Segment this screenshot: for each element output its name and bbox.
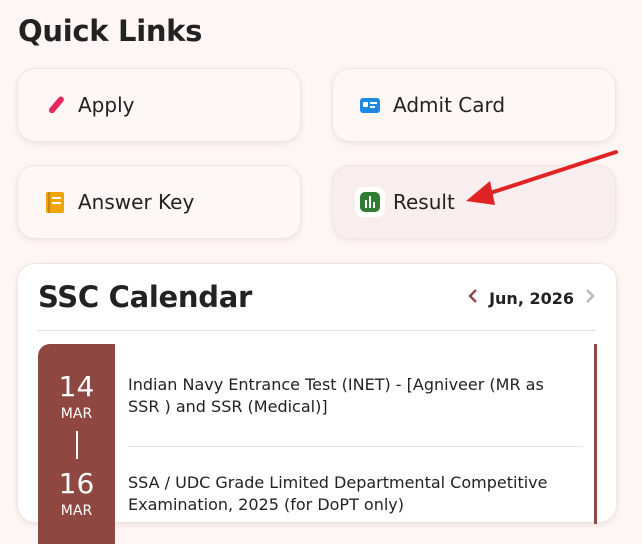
event-separator bbox=[128, 446, 582, 447]
month-label: Jun, 2026 bbox=[489, 288, 574, 308]
calendar-title: SSC Calendar bbox=[38, 280, 252, 314]
event-item[interactable]: SSA / UDC Grade Limited Departmental Com… bbox=[128, 472, 568, 516]
scrollbar[interactable] bbox=[594, 344, 597, 524]
end-month: MAR bbox=[60, 503, 93, 519]
event-date-badge: 14 MAR 16 MAR bbox=[38, 344, 115, 544]
event-item[interactable]: Indian Navy Entrance Test (INET) - [Agni… bbox=[128, 374, 568, 418]
ssc-calendar-panel: SSC Calendar Jun, 2026 14 MAR 16 MAR Ind… bbox=[17, 263, 617, 544]
calendar-divider bbox=[38, 330, 596, 331]
start-day: 14 bbox=[58, 370, 95, 403]
month-nav: Jun, 2026 bbox=[467, 288, 596, 308]
chevron-right-icon[interactable] bbox=[584, 288, 596, 308]
chevron-left-icon[interactable] bbox=[467, 288, 479, 308]
date-range-line bbox=[76, 431, 78, 459]
start-month: MAR bbox=[60, 406, 93, 422]
end-day: 16 bbox=[58, 467, 95, 500]
